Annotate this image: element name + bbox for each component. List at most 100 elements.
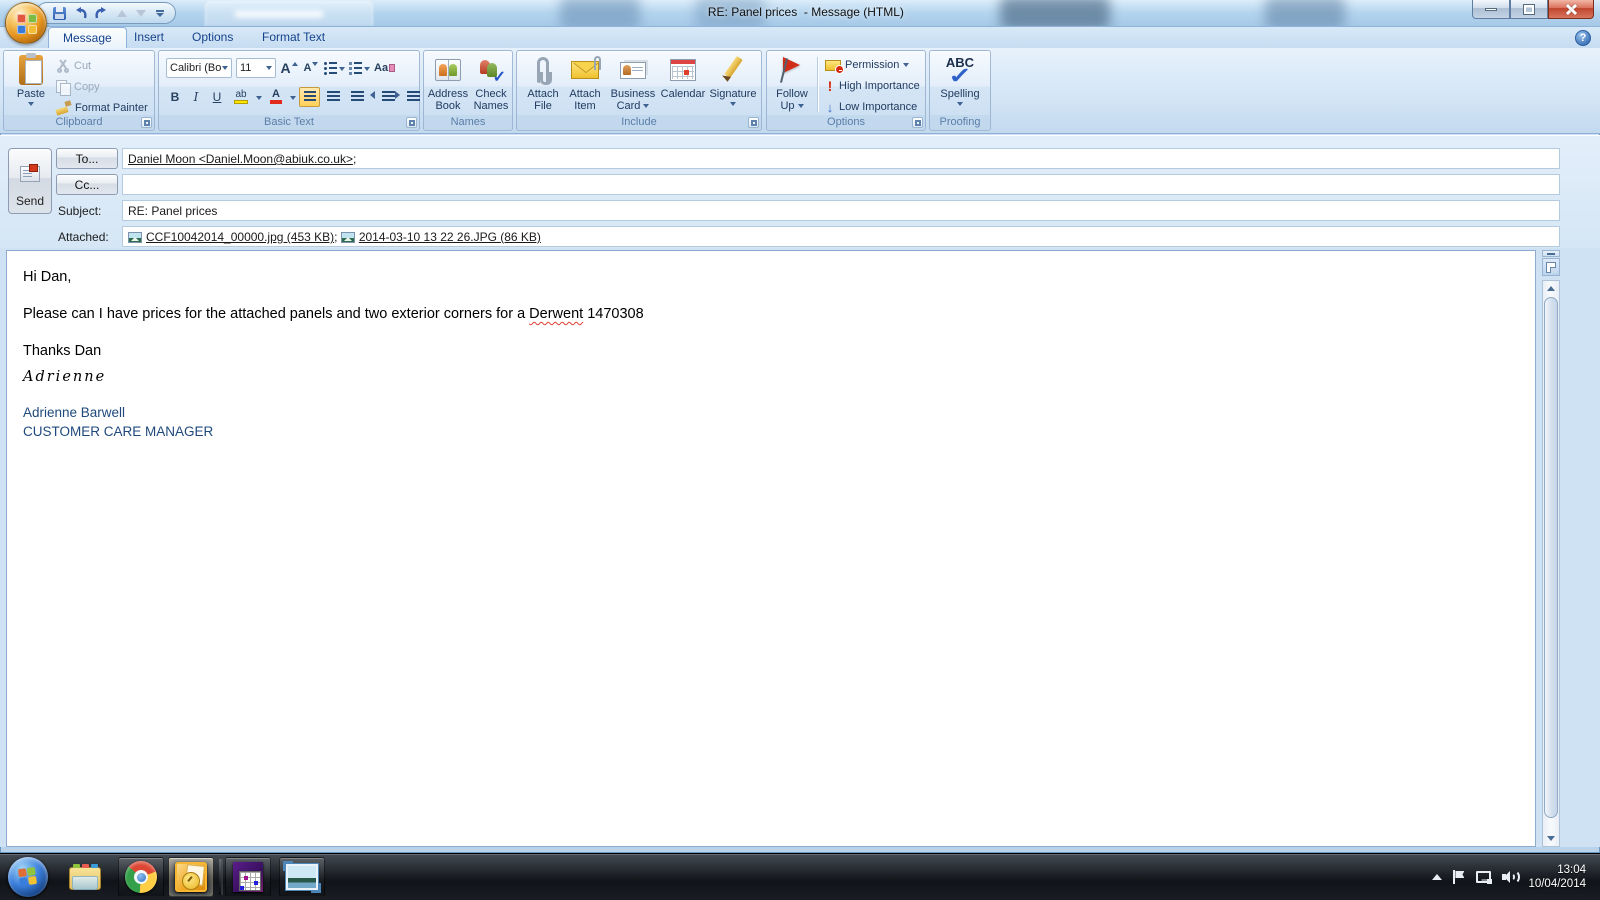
tab-options[interactable]: Options [178,27,247,48]
save-button[interactable] [53,6,67,21]
vertical-scrollbar[interactable] [1542,280,1560,847]
arrow-left-icon [370,91,375,99]
chevron-down-icon [339,67,345,71]
to-button[interactable]: To... [56,148,118,169]
redo-button[interactable] [94,6,109,21]
attached-field[interactable]: CCF10042014_00000.jpg (453 KB); 2014-03-… [122,226,1560,247]
send-button[interactable]: Send [8,148,52,214]
basic-text-dialog-launcher[interactable] [406,117,417,128]
italic-button[interactable]: I [187,87,205,107]
align-center-button[interactable] [323,87,344,107]
bullets-button[interactable] [324,58,345,78]
group-names: Address Book ✓ Check Names Names [423,50,513,131]
clear-formatting-button[interactable]: Aa [374,58,396,78]
body-request-post: 1470308 [583,306,644,322]
taskbar-app-button[interactable] [225,857,271,897]
scrollbar-thumb[interactable] [1544,297,1558,818]
tab-message[interactable]: Message [48,27,127,48]
volume-icon[interactable] [1502,870,1521,884]
taskbar: 13:04 10/04/2014 [0,853,1600,900]
undo-button[interactable] [73,6,88,21]
next-item-button[interactable] [134,6,148,21]
taskbar-clock[interactable]: 13:04 10/04/2014 [1528,863,1586,891]
signature-button[interactable]: Signature [707,54,759,106]
low-importance-button[interactable]: ↓ Low Importance [825,97,920,117]
network-icon[interactable] [1476,870,1493,884]
action-center-icon[interactable] [1452,870,1466,884]
options-dialog-launcher[interactable] [912,117,923,128]
background-browser-tab [205,1,373,26]
taskbar-chrome-button[interactable] [118,857,164,897]
highlight-button[interactable]: ab [229,87,253,107]
subject-field[interactable]: RE: Panel prices [122,200,1560,221]
follow-up-button[interactable]: Follow Up [772,54,812,112]
attach-file-label2: File [534,100,552,112]
font-name-select[interactable]: Calibri (Bo [166,58,232,78]
body-greeting: Hi Dan, [23,269,72,285]
scroll-up-button[interactable] [1543,281,1559,296]
underline-button[interactable]: U [208,87,226,107]
ruler-toggle-button[interactable] [1542,258,1560,276]
attach-file-button[interactable]: Attach File [523,54,563,112]
help-button[interactable]: ? [1575,30,1591,46]
office-button[interactable] [5,2,47,44]
high-importance-button[interactable]: ! High Importance [825,76,920,96]
signature-script: Adrienne [23,369,107,385]
start-button[interactable] [8,857,48,897]
business-card-label: Business [610,88,656,100]
numbering-button[interactable] [349,58,370,78]
calendar-button[interactable]: Calendar [659,54,707,100]
flag-icon [781,56,803,84]
paste-button[interactable]: Paste [10,53,52,106]
message-body-wrap: Hi Dan, Please can I have prices for the… [0,248,1600,847]
basic-text-group-label: Basic Text [159,115,419,130]
cc-field[interactable] [122,174,1560,195]
title-bar[interactable]: RE: Panel prices - Message (HTML) [0,0,1600,27]
image-attachment-icon [340,232,355,243]
window-title: RE: Panel prices - Message (HTML) [707,5,904,19]
scroll-down-button[interactable] [1543,831,1559,846]
grow-font-button[interactable]: A [280,58,298,78]
attachment-link[interactable]: CCF10042014_00000.jpg (453 KB) [146,230,334,244]
copy-button[interactable]: Copy [56,77,148,97]
to-recipient[interactable]: Daniel Moon <Daniel.Moon@abiuk.co.uk> [128,152,353,166]
chrome-icon [125,861,157,893]
permission-button[interactable]: Permission [825,55,920,75]
chevron-down-icon [364,67,370,71]
show-hidden-icons-button[interactable] [1432,874,1443,880]
check-names-button[interactable]: ✓ Check Names [470,54,512,112]
taskbar-explorer-button[interactable] [62,857,108,897]
include-dialog-launcher[interactable] [748,117,759,128]
spelling-button[interactable]: ABC ✓ Spelling [937,54,983,106]
previous-item-button[interactable] [115,6,129,21]
increase-indent-button[interactable] [395,87,424,107]
to-field[interactable]: Daniel Moon <Daniel.Moon@abiuk.co.uk>; [122,148,1560,169]
message-body[interactable]: Hi Dan, Please can I have prices for the… [6,250,1536,847]
window-controls [1472,0,1594,19]
font-color-button[interactable]: A [265,87,287,107]
close-button[interactable] [1548,0,1594,19]
tab-format-text[interactable]: Format Text [248,27,339,48]
font-size-select[interactable]: 11 [236,58,276,78]
business-card-button[interactable]: Business Card [607,54,659,112]
customize-qat-button[interactable] [154,9,165,17]
split-handle[interactable] [1542,250,1560,257]
cut-button[interactable]: Cut [56,56,148,76]
clock-date: 10/04/2014 [1528,878,1586,890]
minimize-button[interactable] [1472,0,1510,19]
taskbar-photo-viewer-button[interactable] [279,857,325,897]
align-right-button[interactable] [347,87,368,107]
taskbar-outlook-button[interactable] [168,857,214,897]
attachment-link[interactable]: 2014-03-10 13 22 26.JPG (86 KB) [359,230,541,244]
tab-insert[interactable]: Insert [120,27,178,48]
cc-button[interactable]: Cc... [56,174,118,195]
attach-item-button[interactable]: Attach Item [565,54,605,112]
align-left-button[interactable] [299,87,320,107]
format-painter-icon [56,101,71,115]
restore-button[interactable] [1510,0,1548,19]
bold-button[interactable]: B [166,87,184,107]
clipboard-dialog-launcher[interactable] [141,117,152,128]
shrink-font-button[interactable]: A [302,58,320,78]
shrink-font-label: A [303,62,312,74]
address-book-button[interactable]: Address Book [426,54,470,112]
